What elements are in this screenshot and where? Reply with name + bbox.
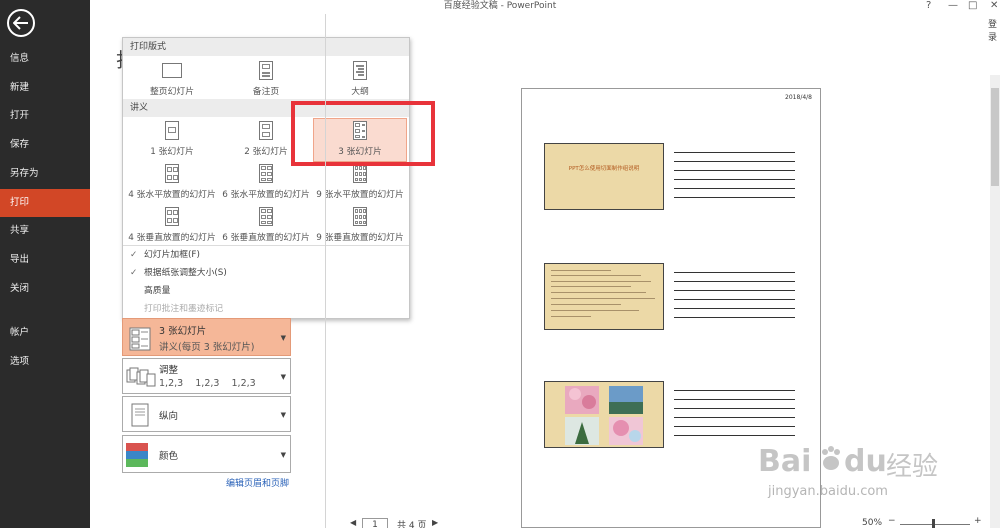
check-scale-to-fit[interactable]: ✓ 根据纸张调整大小(S) bbox=[130, 264, 400, 282]
watermark-url: jingyan.baidu.com bbox=[768, 484, 888, 499]
paw-icon bbox=[822, 446, 840, 470]
watermark-brand-2: du bbox=[844, 444, 887, 479]
preview-date: 2018/4/8 bbox=[785, 94, 812, 101]
collate-icon bbox=[126, 367, 156, 387]
back-button[interactable] bbox=[7, 9, 35, 37]
sidebar-item-info[interactable]: 信息 bbox=[0, 45, 90, 73]
zoom-slider-thumb[interactable] bbox=[932, 519, 935, 528]
edit-header-footer-link[interactable]: 编辑页眉和页脚 bbox=[226, 476, 289, 489]
slide-photos bbox=[565, 386, 643, 445]
sidebar-item-new[interactable]: 新建 bbox=[0, 74, 90, 102]
handout-4-horizontal-icon bbox=[165, 164, 179, 183]
color-icon bbox=[126, 443, 148, 467]
window-title: 百度经验文稿 - PowerPoint bbox=[443, 1, 557, 11]
option-full-page-slide[interactable]: 整页幻灯片 bbox=[125, 58, 219, 102]
preview-slide-3 bbox=[544, 381, 664, 448]
next-page-icon[interactable]: ▶ bbox=[432, 518, 438, 527]
handout-2-slides-icon bbox=[259, 121, 273, 140]
option-notes-page[interactable]: 备注页 bbox=[219, 58, 313, 102]
panel-divider bbox=[325, 14, 326, 528]
print-layout-dropdown: 打印版式 整页幻灯片 备注页 大纲 讲义 1 张幻灯片 2 张幻灯片 3 张幻灯… bbox=[122, 37, 410, 319]
prev-page-icon[interactable]: ◀ bbox=[350, 518, 356, 527]
collate-setting-button[interactable]: 调整 1,2,3 1,2,3 1,2,3 ▼ bbox=[122, 358, 291, 394]
handout-1-slide-icon bbox=[165, 121, 179, 140]
portrait-icon bbox=[131, 403, 149, 427]
layout-setting-button[interactable]: 3 张幻灯片 讲义(每页 3 张幻灯片) ▼ bbox=[122, 318, 291, 356]
close-icon[interactable]: ✕ bbox=[990, 0, 998, 12]
sidebar-item-share[interactable]: 共享 bbox=[0, 217, 90, 245]
checkmark-icon: ✓ bbox=[130, 250, 138, 260]
handout-4-vertical-icon bbox=[165, 207, 179, 226]
zoom-level: 50% bbox=[862, 518, 883, 528]
handout-9-vertical-icon bbox=[353, 207, 367, 226]
full-page-slide-icon bbox=[162, 63, 182, 78]
handout-6-vertical-icon bbox=[259, 207, 273, 226]
check-print-comments: 打印批注和墨迹标记 bbox=[144, 304, 224, 314]
check-frame-slides[interactable]: ✓ 幻灯片加框(F) bbox=[130, 246, 400, 264]
login-link[interactable]: 登录 bbox=[988, 17, 1000, 43]
backstage-sidebar: 信息 新建 打开 保存 另存为 打印 共享 导出 关闭 帐户 选项 bbox=[0, 0, 90, 528]
restore-icon[interactable]: □ bbox=[968, 0, 977, 12]
orientation-setting-button[interactable]: 纵向 ▼ bbox=[122, 396, 291, 432]
sidebar-item-save-as[interactable]: 另存为 bbox=[0, 160, 90, 188]
option-handout-9-horizontal[interactable]: 9 张水平放置的幻灯片 bbox=[313, 161, 407, 205]
watermark-brand-cn: 经验 bbox=[886, 452, 939, 482]
sidebar-item-account[interactable]: 帐户 bbox=[0, 319, 90, 347]
section-print-layout: 打印版式 bbox=[123, 38, 409, 56]
option-outline[interactable]: 大纲 bbox=[313, 58, 407, 102]
notes-page-icon bbox=[259, 61, 273, 80]
watermark-brand: Bai bbox=[758, 444, 812, 479]
page-total: 共 4 页 bbox=[397, 521, 427, 528]
chevron-down-icon: ▼ bbox=[280, 411, 286, 419]
option-handout-6-vertical[interactable]: 6 张垂直放置的幻灯片 bbox=[219, 204, 313, 248]
back-arrow-icon bbox=[13, 16, 28, 30]
color-setting-button[interactable]: 颜色 ▼ bbox=[122, 435, 291, 473]
preview-scroll-thumb[interactable] bbox=[991, 88, 999, 186]
option-handout-4-horizontal[interactable]: 4 张水平放置的幻灯片 bbox=[125, 161, 219, 205]
handout-6-horizontal-icon bbox=[259, 164, 273, 183]
page-number-input[interactable]: 1 bbox=[362, 518, 388, 528]
checkmark-icon: ✓ bbox=[130, 268, 138, 278]
annotation-highlight bbox=[291, 101, 435, 166]
sidebar-item-print[interactable]: 打印 bbox=[0, 189, 90, 217]
sidebar-item-save[interactable]: 保存 bbox=[0, 131, 90, 159]
sidebar-item-options[interactable]: 选项 bbox=[0, 348, 90, 376]
chevron-down-icon: ▼ bbox=[280, 451, 286, 459]
option-handout-1-slide[interactable]: 1 张幻灯片 bbox=[125, 118, 219, 162]
chevron-down-icon: ▼ bbox=[280, 373, 286, 381]
sidebar-item-open[interactable]: 打开 bbox=[0, 102, 90, 130]
chevron-down-icon: ▼ bbox=[280, 334, 286, 342]
check-high-quality[interactable]: 高质量 bbox=[130, 282, 400, 300]
preview-slide-1: PPT怎么使用切面制作组说明 bbox=[544, 143, 664, 210]
help-icon[interactable]: ? bbox=[926, 0, 931, 12]
option-handout-4-vertical[interactable]: 4 张垂直放置的幻灯片 bbox=[125, 204, 219, 248]
sidebar-item-close[interactable]: 关闭 bbox=[0, 275, 90, 303]
preview-slide-2 bbox=[544, 263, 664, 330]
minimize-icon[interactable]: — bbox=[948, 0, 958, 12]
zoom-slider[interactable] bbox=[900, 524, 970, 525]
handout-3-slides-icon bbox=[129, 327, 151, 351]
option-handout-6-horizontal[interactable]: 6 张水平放置的幻灯片 bbox=[219, 161, 313, 205]
handout-9-horizontal-icon bbox=[353, 164, 367, 183]
outline-icon bbox=[353, 61, 367, 80]
sidebar-item-export[interactable]: 导出 bbox=[0, 246, 90, 274]
zoom-in-icon[interactable]: + bbox=[974, 516, 982, 526]
zoom-out-icon[interactable]: − bbox=[888, 516, 896, 526]
option-handout-9-vertical[interactable]: 9 张垂直放置的幻灯片 bbox=[313, 204, 407, 248]
